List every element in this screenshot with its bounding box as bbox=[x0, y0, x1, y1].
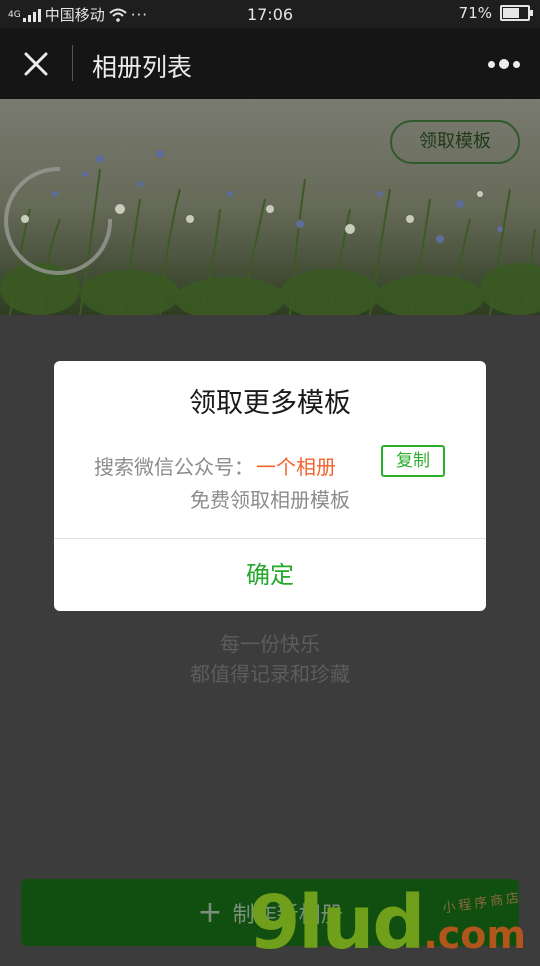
status-bar: 4G 中国移动 ··· 17:06 71% bbox=[0, 0, 540, 28]
dialog-subtitle: 免费领取相册模板 bbox=[190, 488, 350, 512]
watermark-small: 小程序商店 bbox=[441, 890, 523, 917]
battery-icon bbox=[500, 5, 533, 21]
empty-state-line2: 都值得记录和珍藏 bbox=[190, 662, 350, 686]
status-right: 71% bbox=[458, 4, 533, 22]
plus-icon: + bbox=[197, 894, 223, 930]
account-name: 一个相册 bbox=[256, 455, 336, 479]
watermark-main: 9lud bbox=[248, 880, 426, 966]
dialog-prefix: 搜索微信公众号： bbox=[94, 455, 254, 479]
copy-button[interactable]: 复制 bbox=[381, 445, 445, 477]
more-dots-icon[interactable] bbox=[488, 56, 520, 72]
nav-divider bbox=[72, 45, 73, 81]
dialog-title: 领取更多模板 bbox=[189, 388, 351, 419]
watermark: 9lud.com 小程序商店 bbox=[249, 886, 526, 960]
cover-banner: 领取模板 bbox=[0, 99, 540, 315]
page-title: 相册列表 bbox=[92, 53, 193, 82]
empty-state-line1: 每一份快乐 bbox=[220, 632, 320, 656]
confirm-button[interactable]: 确定 bbox=[54, 539, 486, 611]
get-template-button[interactable]: 领取模板 bbox=[390, 120, 520, 164]
close-icon[interactable] bbox=[20, 48, 52, 80]
nav-bar: 相册列表 bbox=[0, 28, 540, 99]
watermark-domain: .com bbox=[423, 913, 526, 957]
dialog-instruction: 搜索微信公众号： 一个相册 bbox=[94, 451, 336, 480]
template-dialog: 领取更多模板 搜索微信公众号： 一个相册 复制 免费领取相册模板 确定 bbox=[54, 361, 486, 611]
battery-percent: 71% bbox=[458, 4, 492, 22]
